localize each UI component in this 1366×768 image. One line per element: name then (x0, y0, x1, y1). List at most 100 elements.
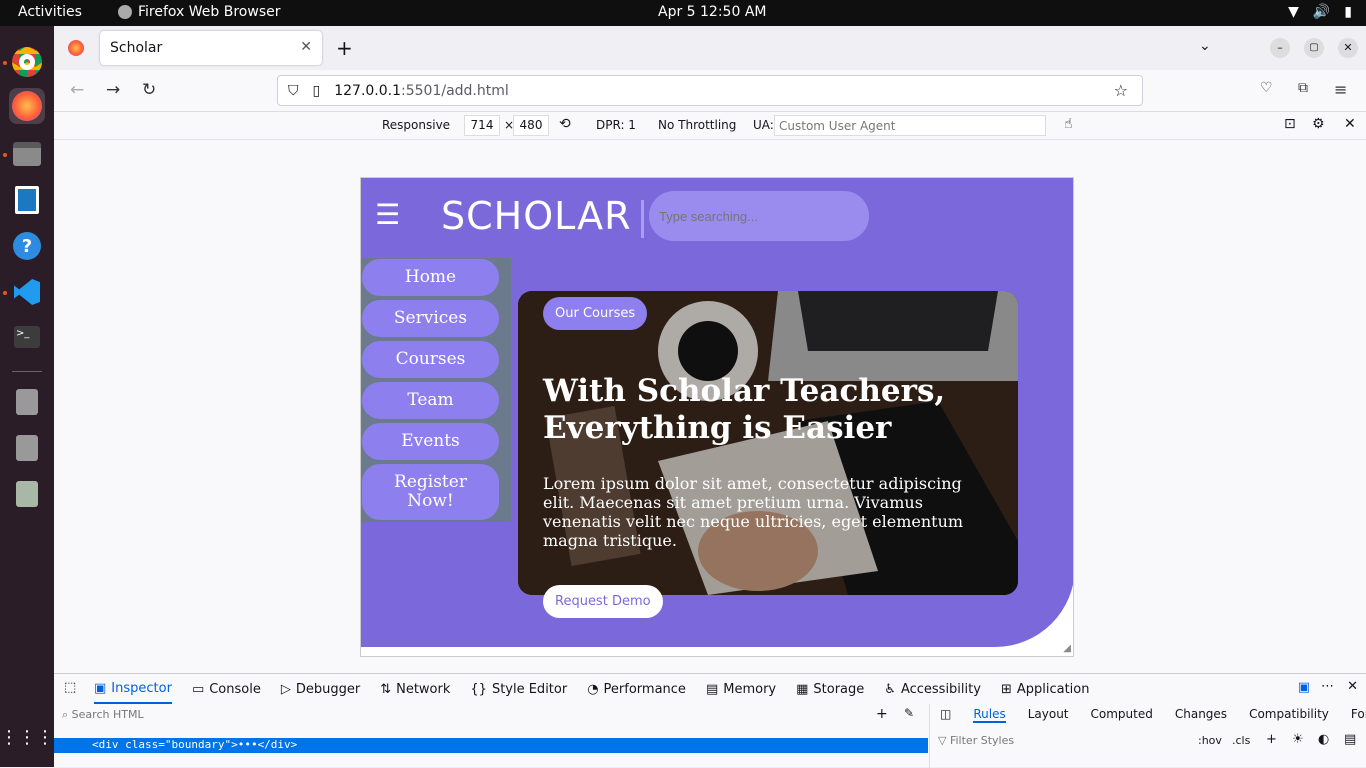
eyedropper-icon[interactable]: ✎ (904, 706, 914, 720)
extensions-icon[interactable]: ⧉ (1298, 80, 1308, 96)
tab-title: Scholar (110, 40, 163, 56)
url-bar[interactable]: ⛉ ▯ 127.0.0.1 :5501/add.html ☆ (277, 75, 1143, 106)
rules-panel: ◫ Rules Layout Computed Changes Compatib… (929, 704, 1366, 768)
settings-icon[interactable]: ⚙ (1312, 116, 1325, 132)
show-apps-icon[interactable]: ⋮⋮⋮ (0, 719, 54, 755)
dock-divider (12, 371, 42, 372)
tab-label: Inspector (111, 680, 172, 696)
firefox-view-icon[interactable] (68, 40, 84, 56)
forward-icon[interactable]: → (106, 80, 120, 100)
request-demo-button[interactable]: Request Demo (543, 585, 663, 618)
minimize-icon[interactable]: – (1270, 38, 1290, 58)
tab-rules[interactable]: Rules (973, 707, 1006, 723)
list-tabs-icon[interactable]: ⌄ (1199, 38, 1211, 54)
more-options-icon[interactable]: ⋯ (1321, 679, 1334, 694)
menu-courses[interactable]: Courses (362, 341, 499, 378)
reload-icon[interactable]: ↻ (142, 80, 156, 100)
tab-changes[interactable]: Changes (1175, 707, 1227, 723)
courses-tag[interactable]: Our Courses (543, 297, 648, 330)
drive-icon[interactable] (9, 384, 45, 420)
menu-team[interactable]: Team (362, 382, 499, 419)
tab-console[interactable]: ▭ Console (192, 682, 261, 697)
cls-toggle[interactable]: .cls (1232, 734, 1250, 747)
tab-performance[interactable]: ◔ Performance (587, 682, 686, 697)
writer-icon[interactable] (9, 182, 45, 218)
new-tab-icon[interactable]: + (336, 36, 353, 60)
tab-layout[interactable]: Layout (1028, 707, 1069, 723)
viewport-height-input[interactable]: 480 (513, 115, 549, 136)
system-tray[interactable]: ▼ 🔊 ▮ (1288, 4, 1352, 20)
pocket-icon[interactable]: ♡ (1260, 80, 1273, 96)
help-icon[interactable]: ? (9, 228, 45, 264)
hamburger-menu-icon[interactable]: ☰ (375, 198, 400, 231)
tab-fonts[interactable]: Fonts (1351, 707, 1366, 723)
menu-home[interactable]: Home (362, 259, 499, 296)
viewport-width-input[interactable]: 714 (464, 115, 500, 136)
bookmark-star-icon[interactable]: ☆ (1114, 81, 1128, 100)
tab-compatibility[interactable]: Compatibility (1249, 707, 1329, 723)
search-html-input[interactable]: ⌕ Search HTML (62, 708, 144, 722)
files-icon[interactable] (9, 136, 45, 172)
user-agent-input[interactable]: Custom User Agent (774, 115, 1046, 136)
tab-scholar[interactable]: Scholar ✕ (100, 31, 322, 65)
sidebar-toggle-icon[interactable]: ◫ (940, 707, 951, 723)
nav-bar: ← → ↻ ⛉ ▯ 127.0.0.1 :5501/add.html ☆ ♡ ⧉… (54, 70, 1366, 112)
close-window-icon[interactable]: ✕ (1338, 38, 1358, 58)
tab-computed[interactable]: Computed (1091, 707, 1153, 723)
rotate-icon[interactable]: ⟲ (559, 116, 571, 132)
close-tab-icon[interactable]: ✕ (300, 39, 312, 55)
device-select[interactable]: Responsive (382, 118, 450, 132)
filter-styles-input[interactable]: ▽ Filter Styles (938, 734, 1014, 747)
resize-handle-icon[interactable]: ◢ (1063, 643, 1071, 654)
firefox-dock-icon[interactable] (9, 88, 45, 124)
app-menu[interactable]: Firefox Web Browser (118, 4, 281, 20)
tab-accessibility[interactable]: ♿ Accessibility (884, 682, 981, 697)
dark-mode-icon[interactable]: ◐ (1318, 732, 1329, 747)
style-editor-icon: {} (470, 681, 487, 697)
hov-toggle[interactable]: :hov (1198, 734, 1222, 747)
vscode-icon[interactable] (9, 274, 45, 310)
terminal-icon[interactable]: >_ (9, 319, 45, 355)
dpr-select[interactable]: DPR: 1 (596, 118, 636, 132)
maximize-icon[interactable]: ▢ (1304, 38, 1324, 58)
chrome-icon[interactable] (9, 44, 45, 80)
touch-simulation-icon[interactable]: ☝ (1064, 116, 1073, 132)
memory-icon: ▤ (705, 681, 719, 697)
trash-icon[interactable] (9, 476, 45, 512)
shield-icon[interactable]: ⛉ (288, 83, 299, 99)
light-mode-icon[interactable]: ☀ (1292, 732, 1304, 747)
site-search-input[interactable] (649, 191, 869, 241)
performance-icon: ◔ (587, 681, 599, 697)
tab-application[interactable]: ⊞ Application (1001, 682, 1090, 697)
console-icon: ▭ (191, 681, 205, 697)
tab-style-editor[interactable]: {} Style Editor (470, 682, 567, 697)
menu-events[interactable]: Events (362, 423, 499, 460)
menu-services[interactable]: Services (362, 300, 499, 337)
drive-icon[interactable] (9, 430, 45, 466)
tab-label: Performance (603, 681, 686, 697)
tab-memory[interactable]: ▤ Memory (706, 682, 776, 697)
tab-network[interactable]: ⇅ Network (380, 682, 450, 697)
dock-toggle-icon[interactable]: ▣ (1298, 680, 1310, 695)
add-rule-icon[interactable]: + (1266, 732, 1277, 747)
print-media-icon[interactable]: ▤ (1344, 732, 1356, 747)
tab-debugger[interactable]: ▷ Debugger (281, 682, 360, 697)
ua-label: UA: (753, 118, 774, 132)
site-logo[interactable]: SCHOLAR (441, 194, 632, 238)
throttling-select[interactable]: No Throttling (658, 118, 736, 132)
menu-icon[interactable]: ≡ (1334, 80, 1347, 99)
close-rdm-icon[interactable]: ✕ (1344, 116, 1356, 132)
tab-inspector[interactable]: ▣ Inspector (94, 674, 172, 704)
clock[interactable]: Apr 5 12:50 AM (658, 4, 766, 20)
activities-button[interactable]: Activities (18, 4, 82, 20)
menu-register[interactable]: Register Now! (362, 464, 499, 520)
screenshot-icon[interactable]: ⊡ (1284, 116, 1296, 132)
tab-storage[interactable]: ▦ Storage (796, 682, 864, 697)
application-icon: ⊞ (1000, 681, 1012, 697)
close-devtools-icon[interactable]: ✕ (1347, 679, 1358, 694)
back-icon[interactable]: ← (70, 80, 84, 100)
url-host: 127.0.0.1 (334, 82, 402, 99)
add-node-icon[interactable]: + (876, 706, 888, 722)
selected-node-row[interactable]: <div class="boundary">•••</div> (54, 738, 928, 753)
element-picker-icon[interactable]: ⬚ (64, 680, 76, 695)
